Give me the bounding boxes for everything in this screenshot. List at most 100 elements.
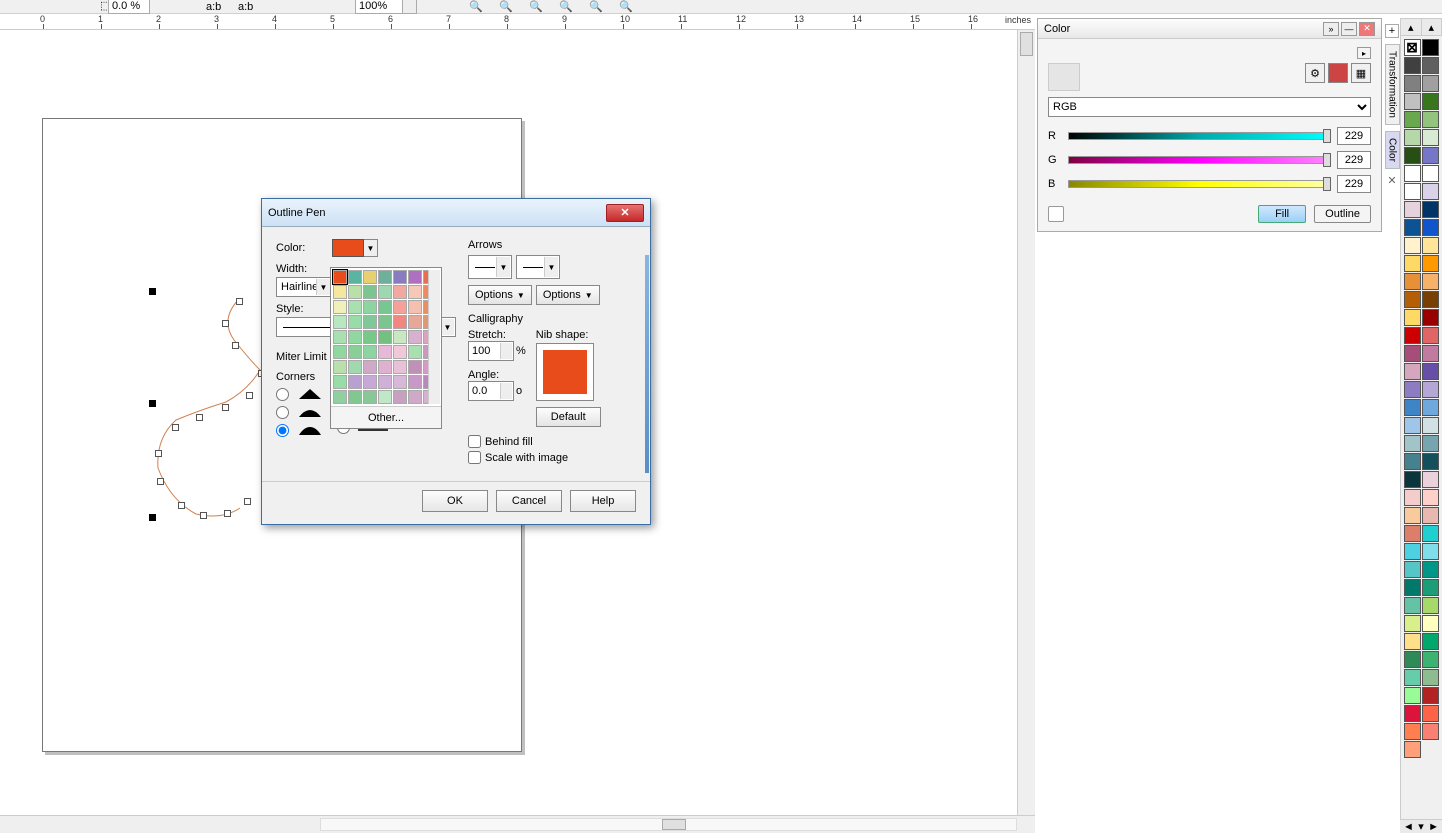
- palette-swatch[interactable]: [1404, 93, 1421, 110]
- other-colors-button[interactable]: Other...: [331, 406, 441, 428]
- popup-color-swatch[interactable]: [333, 390, 347, 404]
- palette-swatch[interactable]: [1422, 525, 1439, 542]
- zoom-in-icon[interactable]: 🔍: [467, 0, 485, 14]
- arrow-start-combo[interactable]: ▼: [468, 255, 512, 279]
- dialog-close-button[interactable]: ✕: [606, 204, 644, 222]
- popup-color-swatch[interactable]: [408, 285, 422, 299]
- help-button[interactable]: Help: [570, 490, 636, 512]
- palette-swatch[interactable]: [1422, 633, 1439, 650]
- palette-swatch[interactable]: [1404, 381, 1421, 398]
- path-node[interactable]: [246, 392, 253, 399]
- popup-color-swatch[interactable]: [393, 345, 407, 359]
- popup-color-swatch[interactable]: [378, 330, 392, 344]
- palette-swatch[interactable]: [1404, 345, 1421, 362]
- zoom-selection-icon[interactable]: 🔍: [527, 0, 545, 14]
- palette-swatch[interactable]: [1404, 237, 1421, 254]
- path-node[interactable]: [172, 424, 179, 431]
- color-palette[interactable]: ⊠: [1400, 36, 1442, 819]
- sliders-mode-button[interactable]: ⚙: [1305, 63, 1325, 83]
- scale-with-image-checkbox[interactable]: Scale with image: [468, 451, 636, 464]
- path-node[interactable]: [178, 502, 185, 509]
- palettes-mode-button[interactable]: ▦: [1351, 63, 1371, 83]
- ab-icon-2[interactable]: a:b: [238, 1, 253, 13]
- color-model-select[interactable]: RGB: [1048, 97, 1371, 117]
- popup-color-swatch[interactable]: [378, 390, 392, 404]
- stretch-input[interactable]: 100: [468, 341, 514, 361]
- popup-color-swatch[interactable]: [333, 270, 347, 284]
- docker-minimize-button[interactable]: —: [1341, 22, 1357, 36]
- docker-close-button[interactable]: ✕: [1359, 22, 1375, 36]
- palette-swatch[interactable]: [1422, 93, 1439, 110]
- palette-swatch[interactable]: [1404, 543, 1421, 560]
- palette-swatch[interactable]: [1422, 471, 1439, 488]
- popup-color-swatch[interactable]: [348, 360, 362, 374]
- g-slider[interactable]: [1068, 156, 1331, 164]
- popup-color-swatch[interactable]: [363, 360, 377, 374]
- palette-swatch[interactable]: [1404, 471, 1421, 488]
- color-tab[interactable]: Color: [1385, 131, 1400, 169]
- palette-swatch[interactable]: [1404, 435, 1421, 452]
- g-value[interactable]: 229: [1337, 151, 1371, 169]
- path-node[interactable]: [224, 510, 231, 517]
- palette-swatch[interactable]: [1422, 291, 1439, 308]
- palette-swatch[interactable]: [1404, 111, 1421, 128]
- palette-swatch[interactable]: [1404, 309, 1421, 326]
- docker-add-icon[interactable]: +: [1385, 24, 1399, 38]
- popup-color-swatch[interactable]: [363, 270, 377, 284]
- behind-fill-checkbox[interactable]: Behind fill: [468, 435, 636, 448]
- palette-swatch[interactable]: [1404, 327, 1421, 344]
- palette-swatch[interactable]: [1422, 561, 1439, 578]
- popup-color-swatch[interactable]: [348, 315, 362, 329]
- color-dropdown-arrow[interactable]: ▼: [364, 239, 378, 257]
- popup-color-swatch[interactable]: [363, 345, 377, 359]
- color-grid[interactable]: [331, 268, 441, 406]
- popup-color-swatch[interactable]: [333, 360, 347, 374]
- path-node[interactable]: [244, 498, 251, 505]
- palette-swatch[interactable]: [1404, 741, 1421, 758]
- palette-swatch[interactable]: [1422, 399, 1439, 416]
- transformation-tab[interactable]: Transformation: [1385, 44, 1400, 125]
- no-color-swatch[interactable]: ⊠: [1404, 39, 1421, 56]
- canvas-vertical-scrollbar[interactable]: [1017, 30, 1035, 815]
- popup-color-swatch[interactable]: [333, 345, 347, 359]
- path-node[interactable]: [157, 478, 164, 485]
- path-node[interactable]: [232, 342, 239, 349]
- b-value[interactable]: 229: [1337, 175, 1371, 193]
- palette-swatch[interactable]: [1422, 543, 1439, 560]
- palette-swatch[interactable]: [1404, 489, 1421, 506]
- corner-miter-option[interactable]: [276, 387, 323, 401]
- popup-color-swatch[interactable]: [408, 300, 422, 314]
- path-node[interactable]: [222, 404, 229, 411]
- palette-swatch[interactable]: [1422, 417, 1439, 434]
- palette-swatch[interactable]: [1404, 399, 1421, 416]
- palette-swatch[interactable]: [1422, 579, 1439, 596]
- color-swatch[interactable]: [332, 239, 364, 257]
- palette-swatch[interactable]: [1404, 129, 1421, 146]
- palette-swatch[interactable]: [1422, 435, 1439, 452]
- popup-color-swatch[interactable]: [393, 270, 407, 284]
- popup-color-swatch[interactable]: [333, 285, 347, 299]
- popup-color-swatch[interactable]: [378, 375, 392, 389]
- palette-swatch[interactable]: [1404, 273, 1421, 290]
- popup-color-swatch[interactable]: [408, 330, 422, 344]
- palette-swatch[interactable]: [1404, 561, 1421, 578]
- popup-color-swatch[interactable]: [348, 285, 362, 299]
- popup-color-swatch[interactable]: [408, 360, 422, 374]
- popup-color-swatch[interactable]: [408, 270, 422, 284]
- palette-swatch[interactable]: [1422, 147, 1439, 164]
- docker-titlebar[interactable]: Color » — ✕: [1038, 19, 1381, 39]
- docker-expand-button[interactable]: »: [1323, 22, 1339, 36]
- popup-color-swatch[interactable]: [378, 270, 392, 284]
- palette-swatch[interactable]: [1422, 57, 1439, 74]
- palette-swatch[interactable]: [1404, 201, 1421, 218]
- color-popup-scrollbar[interactable]: [428, 270, 440, 404]
- arrow-start-options[interactable]: Options▼: [468, 285, 532, 305]
- path-node[interactable]: [222, 320, 229, 327]
- palette-swatch[interactable]: [1422, 129, 1439, 146]
- popup-color-swatch[interactable]: [363, 300, 377, 314]
- popup-color-swatch[interactable]: [393, 315, 407, 329]
- palette-swatch[interactable]: [1404, 633, 1421, 650]
- dialog-titlebar[interactable]: Outline Pen ✕: [262, 199, 650, 227]
- palette-swatch[interactable]: [1422, 165, 1439, 182]
- palette-swatch[interactable]: [1422, 237, 1439, 254]
